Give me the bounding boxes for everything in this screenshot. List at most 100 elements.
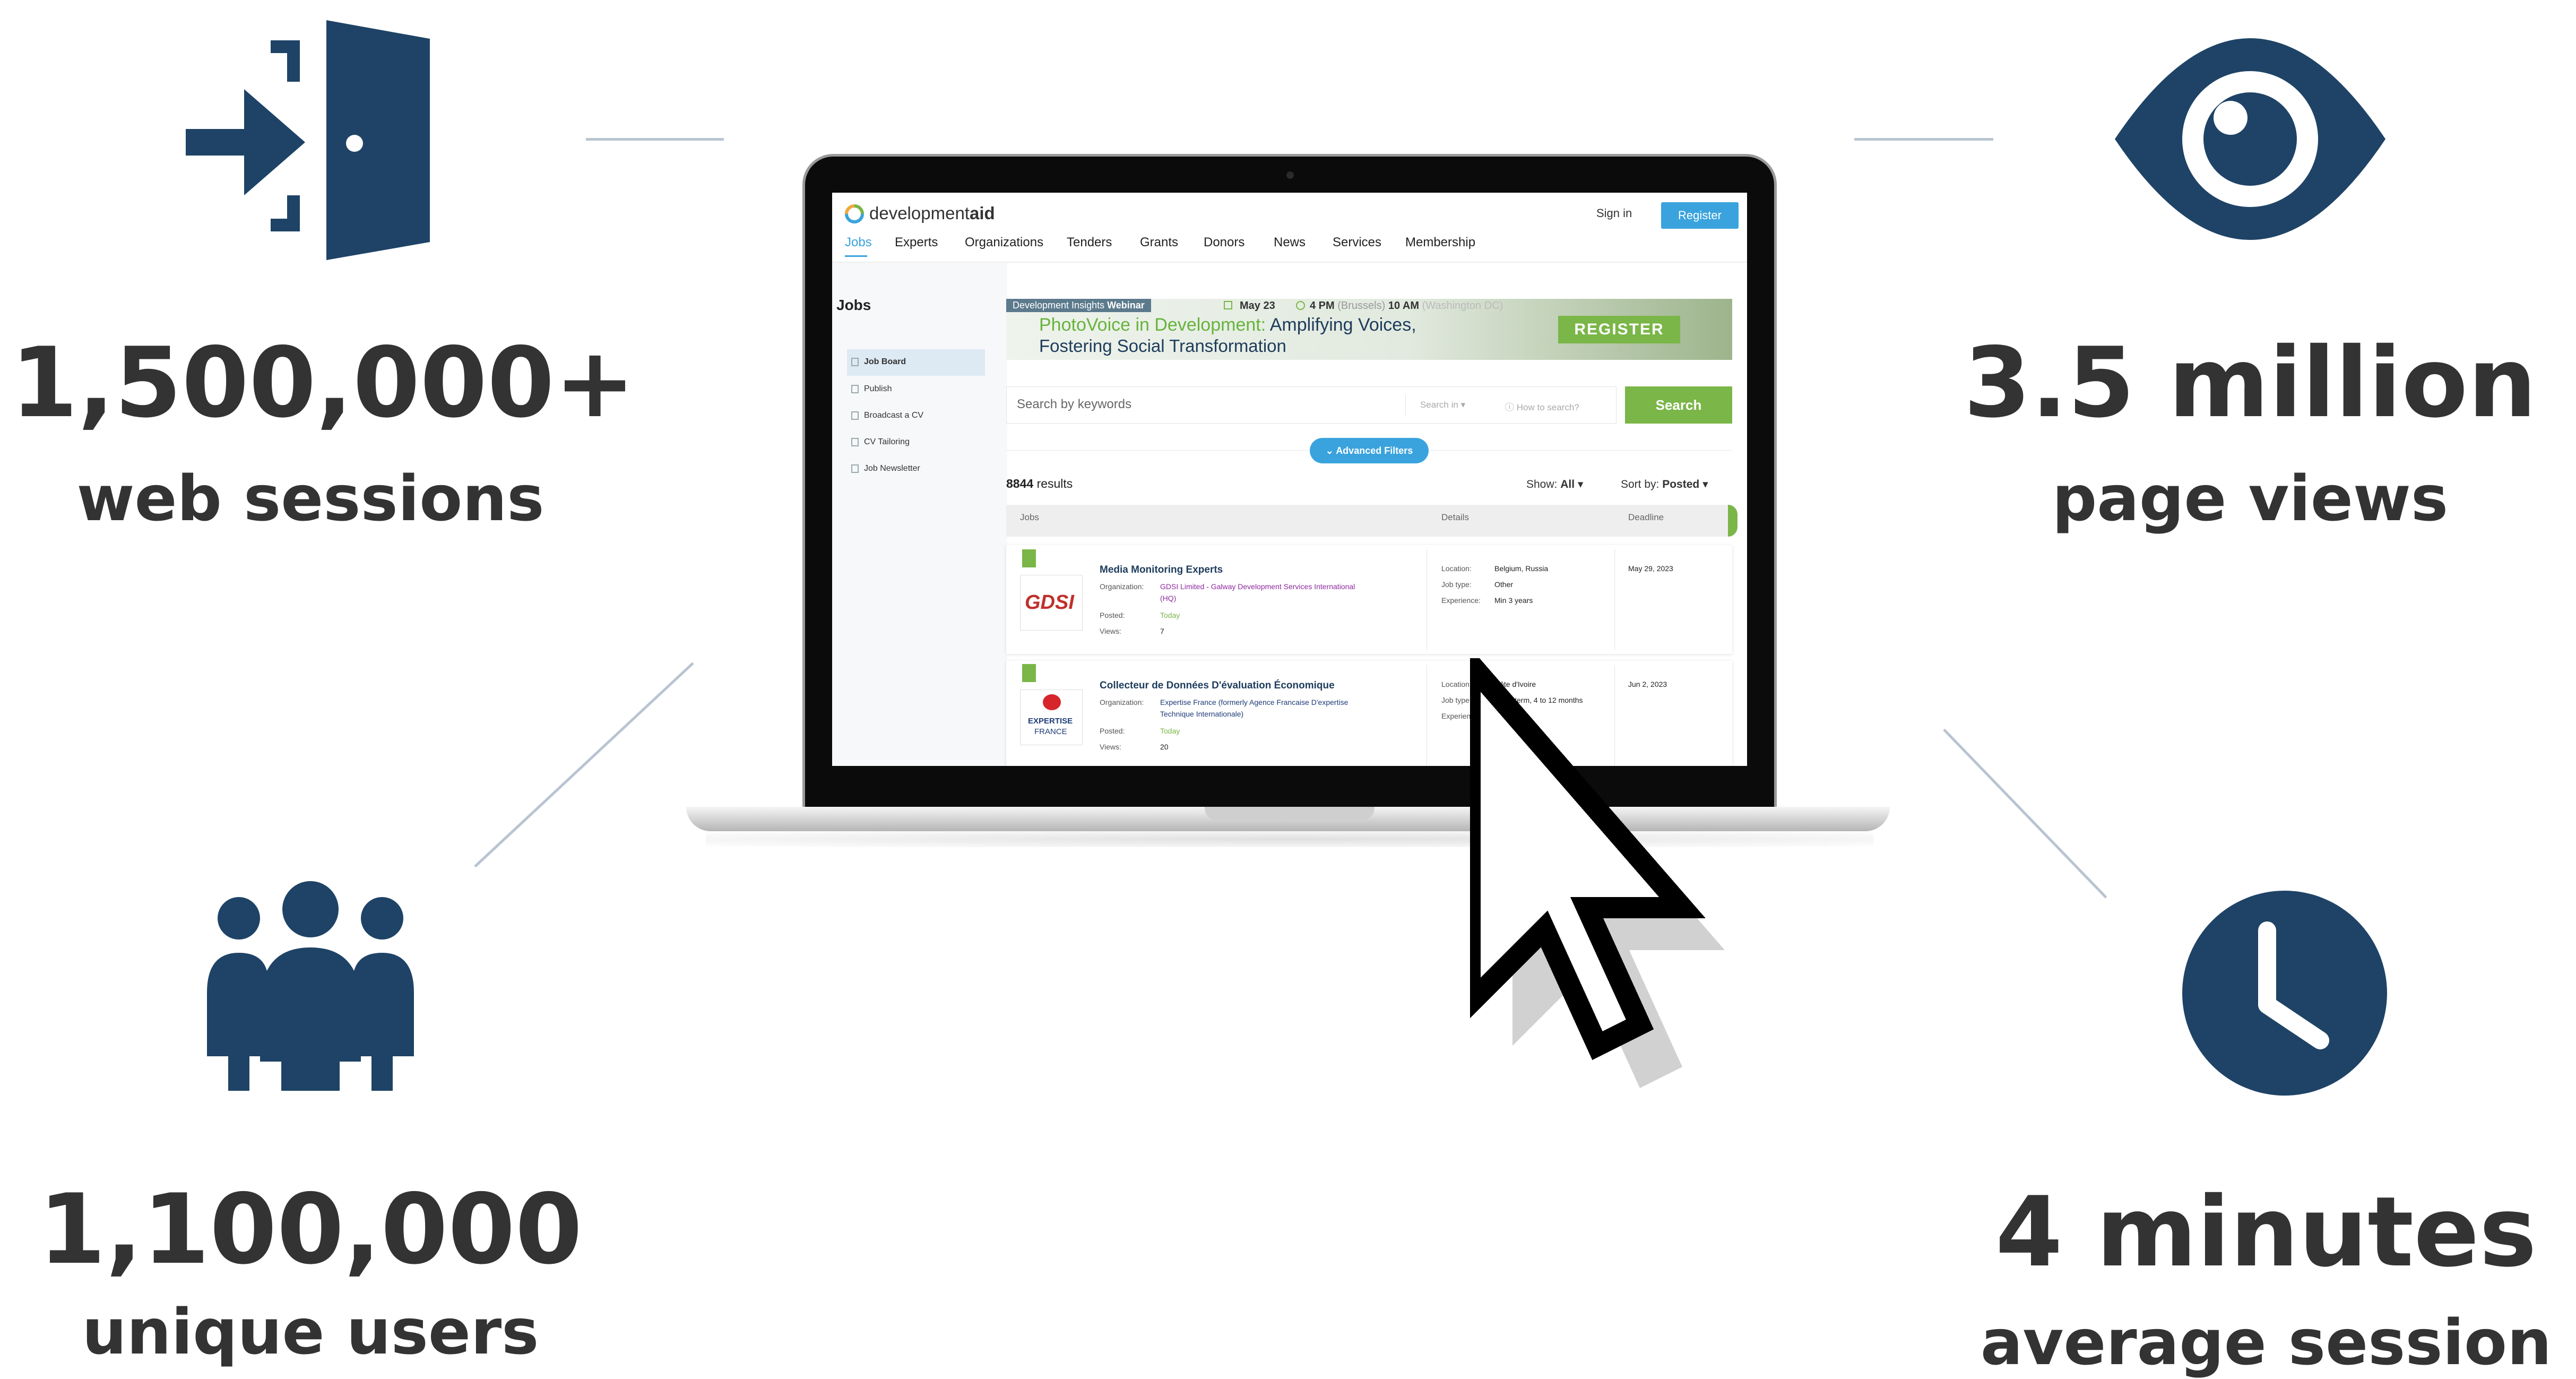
job-org-line2[interactable]: (HQ) [1160,594,1176,602]
nav-donors[interactable]: Donors [1204,235,1244,250]
stat-pageviews-label: page views [2052,462,2449,535]
sidebar-item-cv-tailoring[interactable]: CV Tailoring [864,437,910,447]
banner-tz-washington: (Washington DC) [1422,300,1503,312]
chevron-down-icon: ▾ [1577,478,1584,490]
job-views-label: Views: [1100,627,1121,635]
banner-time: 4 PM (Brussels) 10 AM (Washington DC) [1310,300,1503,312]
nav-experts[interactable]: Experts [895,235,938,250]
job-org-line1[interactable]: Expertise France (formerly Agence Franca… [1160,698,1348,706]
job-org-line1[interactable]: GDSI Limited - Galway Development Servic… [1160,582,1355,591]
chevron-down-icon: ▾ [1460,400,1466,410]
nav-grants[interactable]: Grants [1140,235,1178,250]
nav-jobs-underline [845,255,867,257]
sign-in-link[interactable]: Sign in [1596,206,1632,220]
mouse-pointer-icon [1470,658,1725,1088]
banner-tag-series: Development Insights [1013,300,1105,311]
job-org-line2[interactable]: Technique Internationale) [1160,710,1243,718]
nav-jobs[interactable]: Jobs [845,235,872,250]
job-title[interactable]: Media Monitoring Experts [1100,564,1223,576]
publish-icon [851,385,859,393]
sidebar-item-newsletter[interactable]: Job Newsletter [864,464,920,473]
sidebar-item-publish[interactable]: Publish [864,384,892,394]
job-title[interactable]: Collecteur de Données D'évaluation Écono… [1100,680,1335,692]
sidebar-item-job-board[interactable]: Job Board [864,357,906,367]
job-posted-label: Posted: [1100,727,1125,735]
nav-tenders[interactable]: Tenders [1067,235,1112,250]
logo-text-development: development [869,203,970,223]
camera-dot [1286,171,1294,179]
job-views-label: Views: [1100,743,1121,751]
stat-users-label: unique users [82,1295,539,1368]
sidebar-title: Jobs [836,297,871,313]
users-group-icon [207,881,414,1091]
nav-membership[interactable]: Membership [1405,235,1475,250]
job-type: Other [1494,580,1514,589]
results-number: 8844 [1006,477,1034,490]
table-row[interactable] [1006,545,1732,654]
search-divider [1405,394,1406,416]
clock-icon [2182,891,2387,1096]
stat-sessions-label: web sessions [76,462,544,535]
featured-badge [1022,664,1036,682]
featured-badge [1022,549,1036,567]
col-jobs: Jobs [1020,512,1039,522]
stat-users-number: 1,100,000 [38,1173,583,1286]
logo-text[interactable]: developmentaid [869,203,995,223]
newsletter-icon [851,464,859,473]
job-location-label: Location: [1441,564,1472,573]
banner-tag-webinar: Webinar [1107,300,1145,311]
register-button[interactable]: Register [1661,202,1739,229]
banner-tag: Development Insights Webinar [1006,299,1151,312]
search-button[interactable]: Search [1625,386,1732,424]
broadcast-icon [851,411,859,420]
nav-news[interactable]: News [1274,235,1306,250]
time-icon [1296,301,1305,310]
calendar-icon [1224,301,1232,309]
stat-pageviews-number: 3.5 million [1964,326,2537,439]
sort-label: Sort by: [1621,478,1659,490]
sort-value: Posted [1662,478,1700,490]
search-in-dropdown[interactable]: Search in ▾ [1420,400,1465,410]
show-dropdown[interactable]: Show: All ▾ [1526,478,1583,491]
nav-services[interactable]: Services [1333,235,1381,250]
job-logo-text-1: EXPERTISE [1028,717,1073,726]
expertise-france-mark [1043,694,1061,710]
job-views: 7 [1160,627,1164,635]
job-org-label: Organization: [1100,582,1144,591]
column-divider [1614,549,1615,650]
job-posted: Today [1160,611,1180,619]
job-logo-text: GDSI [1025,591,1074,614]
job-type-label: Job type: [1441,580,1472,589]
chevron-down-icon: ⌄ [1325,445,1334,456]
job-deadline: May 29, 2023 [1628,564,1673,573]
how-to-search-link[interactable]: ⓘ How to search? [1505,400,1579,413]
results-label: results [1036,477,1073,490]
col-details: Details [1441,512,1469,522]
how-to-search-label: How to search? [1516,402,1579,412]
banner-date: May 23 [1240,300,1275,312]
sidebar-item-broadcast[interactable]: Broadcast a CV [864,411,923,420]
logo-icon [845,204,864,223]
laptop-notch [1205,807,1375,821]
connector-line [1943,728,2107,899]
logo-text-aid: aid [969,203,995,223]
help-icon: ⓘ [1505,402,1514,412]
sidebar [832,263,1007,766]
header-accent [1728,505,1737,537]
connector-line [1854,138,1993,141]
board-icon [851,358,859,366]
connector-line [586,138,724,141]
banner-headline-amplifying: Amplifying Voices, [1269,315,1416,335]
webinar-banner[interactable]: Development Insights Webinar May 23 4 PM… [1006,299,1732,360]
banner-tz-brussels: (Brussels) [1337,300,1386,312]
banner-time-brussels: 4 PM [1310,300,1335,312]
advanced-filters-button[interactable]: ⌄ Advanced Filters [1310,438,1429,463]
banner-register-button[interactable]: REGISTER [1558,316,1680,343]
show-label: Show: [1526,478,1558,490]
sort-dropdown[interactable]: Sort by: Posted ▾ [1621,478,1708,491]
stat-sessions-number: 1,500,000+ [11,326,636,439]
eye-icon [2115,38,2385,240]
search-input[interactable]: Search by keywords [1017,397,1131,412]
show-value: All [1560,478,1575,490]
nav-organizations[interactable]: Organizations [965,235,1043,250]
